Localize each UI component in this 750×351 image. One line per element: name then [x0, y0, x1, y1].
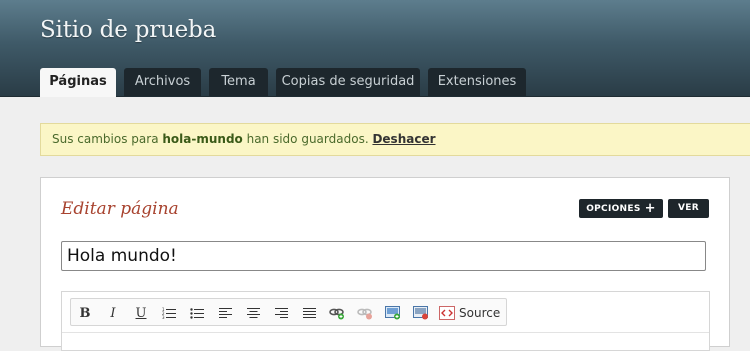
tab-tema[interactable]: Tema [209, 68, 268, 96]
source-label: Source [459, 306, 501, 320]
numbered-list-icon[interactable]: 123 [159, 303, 179, 323]
svg-text:3: 3 [162, 315, 165, 319]
plus-icon: + [644, 201, 656, 216]
view-button[interactable]: VER [668, 199, 709, 218]
tab-paginas[interactable]: Páginas [40, 68, 116, 97]
page-title-input[interactable] [61, 241, 706, 271]
editor-divider [62, 332, 709, 333]
align-left-icon[interactable] [215, 303, 235, 323]
notice-prefix: Sus cambios para [52, 132, 163, 146]
flash-icon[interactable] [411, 303, 431, 323]
align-justify-icon[interactable] [299, 303, 319, 323]
image-icon[interactable] [383, 303, 403, 323]
rich-text-editor: B I U 123 Source [61, 291, 710, 351]
tab-copias-de-seguridad[interactable]: Copias de seguridad [276, 68, 420, 96]
unlink-icon[interactable] [355, 303, 375, 323]
site-header: Sitio de prueba Páginas Archivos Tema Co… [0, 0, 750, 97]
notice-suffix: han sido guardados. [242, 132, 373, 146]
options-button[interactable]: OPCIONES + [579, 199, 663, 218]
italic-icon[interactable]: I [103, 303, 123, 323]
panel-title: Editar página [61, 199, 179, 219]
bullet-list-icon[interactable] [187, 303, 207, 323]
tab-extensiones[interactable]: Extensiones [428, 68, 526, 96]
source-button[interactable]: Source [439, 303, 500, 323]
align-right-icon[interactable] [271, 303, 291, 323]
source-icon [439, 306, 455, 320]
underline-icon[interactable]: U [131, 303, 151, 323]
save-notice: Sus cambios para hola-mundo han sido gua… [40, 123, 750, 156]
tab-archivos[interactable]: Archivos [124, 68, 201, 96]
edit-page-panel: Editar página OPCIONES+ VER B I U 123 [40, 177, 730, 351]
notice-page-name: hola-mundo [162, 132, 243, 146]
site-title[interactable]: Sitio de prueba [40, 17, 216, 43]
bold-icon[interactable]: B [75, 303, 95, 323]
link-icon[interactable] [327, 303, 347, 323]
align-center-icon[interactable] [243, 303, 263, 323]
undo-link[interactable]: Deshacer [372, 132, 435, 146]
editor-toolbar: B I U 123 Source [70, 298, 507, 326]
options-label: OPCIONES [586, 204, 641, 214]
